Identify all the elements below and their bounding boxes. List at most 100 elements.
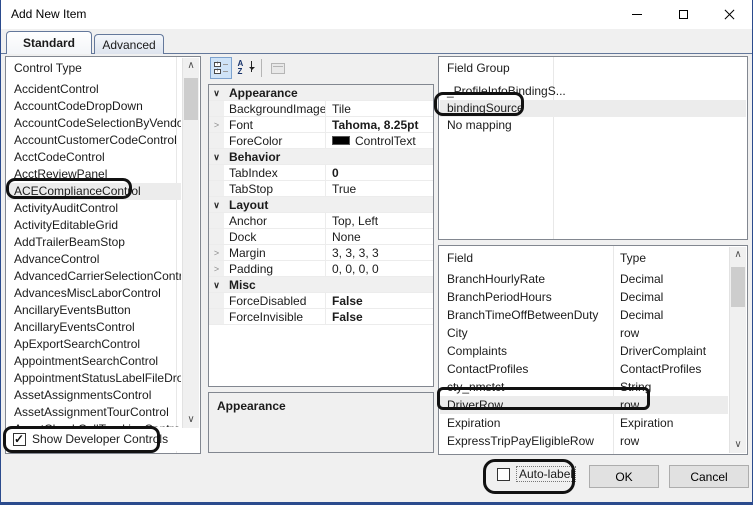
list-item[interactable]: AdvancesMiscLaborControl — [7, 285, 181, 302]
list-item[interactable]: AcctReviewPanel — [7, 166, 181, 183]
show-developer-controls-label: Show Developer Controls — [32, 432, 169, 446]
table-row[interactable]: City row — [440, 324, 728, 342]
property-value: None — [325, 229, 433, 244]
property-name: ForceDisabled — [229, 294, 307, 308]
list-item[interactable]: AssetAssignmentsControl — [7, 387, 181, 404]
property-name: Dock — [229, 230, 257, 244]
list-item[interactable]: AcctCodeControl — [7, 149, 181, 166]
table-row[interactable]: ExpressTripPayFinalPaymentStatusString — [440, 450, 728, 453]
property-category[interactable]: ∨ Misc — [209, 277, 433, 293]
property-category[interactable]: ∨ Behavior — [209, 149, 433, 165]
scroll-thumb[interactable] — [731, 267, 745, 307]
tabstrip: Standard Advanced — [1, 31, 752, 54]
field-cell: ContactProfiles — [447, 362, 529, 376]
table-row[interactable]: Expiration Expiration — [440, 414, 728, 432]
show-developer-controls-checkbox[interactable]: Show Developer Controls — [7, 427, 181, 451]
table-row[interactable]: ContactProfiles ContactProfiles — [440, 360, 728, 378]
scroll-up-icon[interactable]: ∧ — [730, 247, 746, 263]
property-category[interactable]: ∨ Layout — [209, 197, 433, 213]
field-cell: BranchTimeOffBetweenDuty — [447, 308, 599, 322]
property-row[interactable]: > Margin 3, 3, 3, 3 — [209, 245, 433, 261]
list-item[interactable]: AccountCodeSelectionByVendorDr — [7, 115, 181, 132]
list-item[interactable]: ApExportSearchControl — [7, 336, 181, 353]
list-item[interactable]: ActivityEditableGrid — [7, 217, 181, 234]
property-row[interactable]: ForeColor ControlText — [209, 133, 433, 149]
minimize-button[interactable] — [614, 0, 660, 29]
table-row[interactable]: ExpressTripPayEligibleRow row — [440, 432, 728, 450]
property-name: TabIndex — [229, 166, 278, 180]
table-row[interactable]: BranchPeriodHours Decimal — [440, 288, 728, 306]
property-value: 3, 3, 3, 3 — [325, 245, 433, 260]
property-grid: ∨ Appearance BackgroundImageL Tile > Font Taho… — [208, 84, 434, 387]
property-row[interactable]: ForceInvisible False — [209, 309, 433, 325]
list-item[interactable]: AncillaryEventsControl — [7, 319, 181, 336]
type-cell: row — [620, 434, 640, 448]
field-cell: BranchPeriodHours — [447, 290, 552, 304]
table-row[interactable]: Complaints DriverComplaint — [440, 342, 728, 360]
scroll-down-icon[interactable]: ∨ — [730, 437, 746, 453]
chevron-right-icon: > — [209, 117, 224, 132]
table-row[interactable]: BranchTimeOffBetweenDuty Decimal — [440, 306, 728, 324]
list-item[interactable]: AppointmentSearchControl — [7, 353, 181, 370]
list-item[interactable]: AncillaryEventsButton — [7, 302, 181, 319]
field-list-scrollbar[interactable]: ∧ ∨ — [729, 247, 746, 453]
categorized-icon — [214, 62, 228, 74]
minimize-icon — [632, 14, 642, 15]
control-list-scrollbar[interactable]: ∧ ∨ — [182, 58, 199, 428]
property-row[interactable]: Dock None — [209, 229, 433, 245]
property-value: Top, Left — [325, 213, 433, 228]
property-name: Anchor — [229, 214, 268, 228]
property-value: True — [325, 181, 433, 196]
list-item[interactable]: ActivityAuditControl — [7, 200, 181, 217]
list-item[interactable]: AssetAssignmentTourControl — [7, 404, 181, 421]
category-label: Layout — [229, 198, 269, 212]
category-label: Appearance — [229, 86, 298, 100]
scroll-down-icon[interactable]: ∨ — [183, 412, 199, 428]
field-cell: cty_nmstct — [447, 380, 505, 394]
list-item[interactable]: ACEComplianceControl — [7, 183, 181, 200]
list-item[interactable]: No mapping — [440, 117, 746, 134]
property-row[interactable]: > Font Tahoma, 8.25pt — [209, 117, 433, 133]
property-name: ForeColor — [229, 134, 283, 148]
property-value: False — [325, 293, 433, 308]
property-row[interactable]: Anchor Top, Left — [209, 213, 433, 229]
list-item[interactable]: AccountCustomerCodeControl — [7, 132, 181, 149]
maximize-button[interactable] — [660, 0, 706, 29]
property-category[interactable]: ∨ Appearance — [209, 85, 433, 101]
property-pages-button[interactable] — [267, 57, 289, 79]
gutter-spacer — [209, 293, 224, 308]
list-item[interactable]: _ProfileInfoBindingS... — [440, 83, 746, 100]
ok-button[interactable]: OK — [589, 465, 659, 488]
property-row[interactable]: TabStop True — [209, 181, 433, 197]
property-row[interactable]: > Padding 0, 0, 0, 0 — [209, 261, 433, 277]
list-item[interactable]: AccidentControl — [7, 81, 181, 98]
alphabetical-sort-button[interactable]: A Z — [234, 57, 256, 79]
list-item[interactable]: AdvancedCarrierSelectionControl — [7, 268, 181, 285]
type-column-header: Type — [620, 251, 647, 265]
property-row[interactable]: ForceDisabled False — [209, 293, 433, 309]
list-item[interactable]: AddTrailerBeamStop — [7, 234, 181, 251]
list-item[interactable]: AppointmentStatusLabelFileDropdo — [7, 370, 181, 387]
tab-advanced[interactable]: Advanced — [94, 34, 164, 54]
type-cell: DriverComplaint — [620, 344, 707, 358]
property-row[interactable]: BackgroundImageL Tile — [209, 101, 433, 117]
close-button[interactable] — [706, 0, 752, 29]
list-item[interactable]: AdvanceControl — [7, 251, 181, 268]
property-row[interactable]: TabIndex 0 — [209, 165, 433, 181]
auto-label-checkbox[interactable]: Auto-label — [491, 466, 577, 482]
tab-standard[interactable]: Standard — [6, 31, 92, 54]
checkbox-icon — [497, 467, 510, 481]
scroll-up-icon[interactable]: ∧ — [183, 58, 199, 74]
scroll-thumb[interactable] — [184, 78, 198, 120]
gutter-spacer — [209, 213, 224, 228]
table-row[interactable]: DriverRow row — [440, 396, 728, 414]
chevron-right-icon: > — [209, 245, 224, 260]
field-group-header: Field Group — [447, 61, 510, 75]
table-row[interactable]: BranchHourlyRate Decimal — [440, 270, 728, 288]
cancel-button[interactable]: Cancel — [669, 465, 749, 488]
categorized-view-button[interactable] — [210, 57, 232, 79]
list-item[interactable]: bindingSource — [440, 100, 746, 117]
table-row[interactable]: cty_nmstct String — [440, 378, 728, 396]
list-item[interactable]: AccountCodeDropDown — [7, 98, 181, 115]
description-title: Appearance — [217, 399, 286, 413]
